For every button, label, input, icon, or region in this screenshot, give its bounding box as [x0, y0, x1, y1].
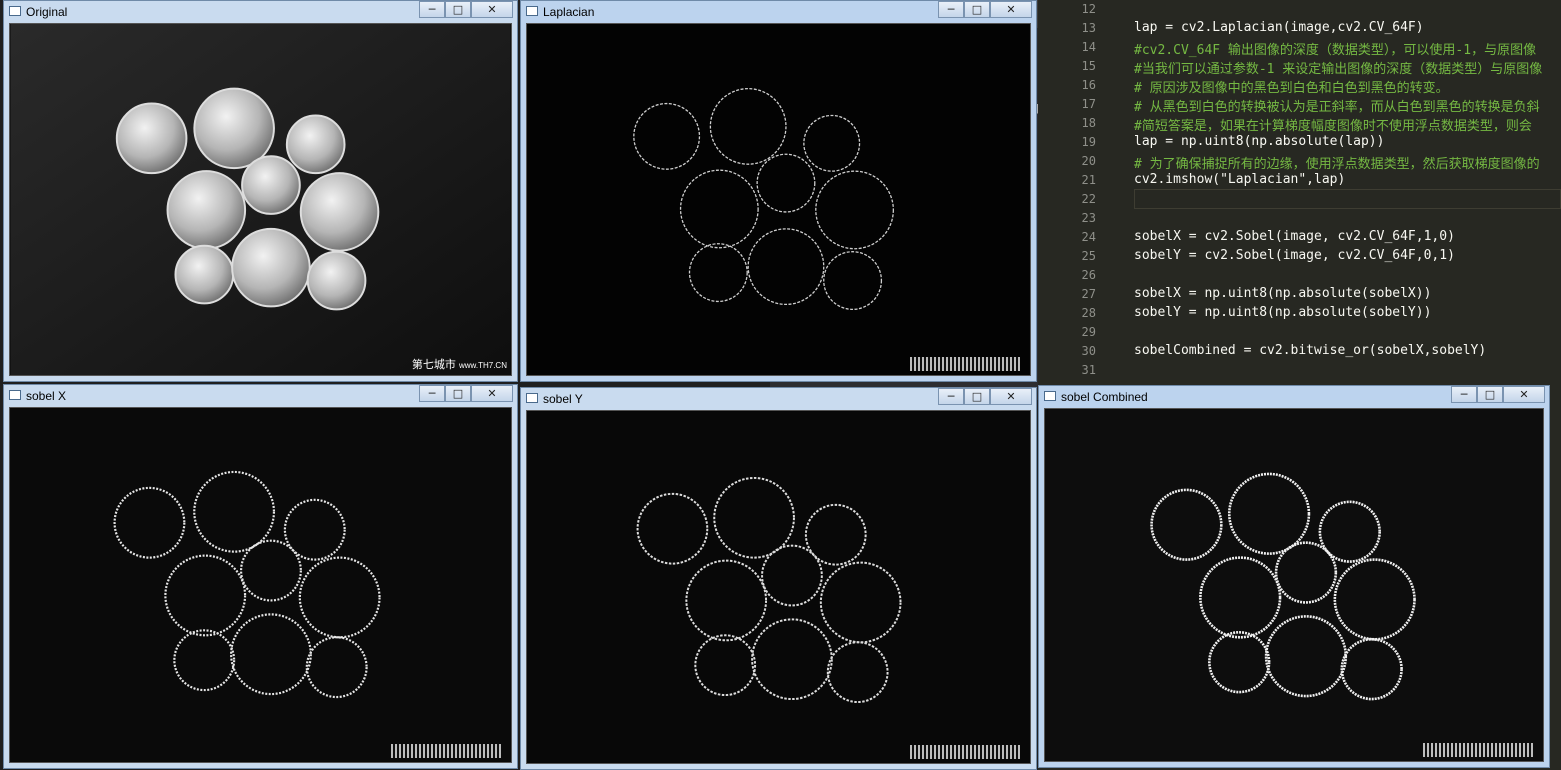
window-app-icon [526, 6, 538, 16]
code-line: #cv2.CV_64F 输出图像的深度（数据类型），可以使用-1，与原图像 [1134, 43, 1537, 58]
line-number: 27 [1081, 287, 1096, 301]
code-line: # 为了确保捕捉所有的边缘，使用浮点数据类型，然后获取梯度图像的 [1134, 157, 1540, 172]
line-number: 15 [1081, 59, 1096, 73]
code-line: lap = cv2.Laplacian(image,cv2.CV_64F) [1134, 20, 1424, 35]
line-number: 18 [1081, 116, 1096, 130]
code-line: #简短答案是，如果在计算梯度幅度图像时不使用浮点数据类型，则会 [1134, 119, 1532, 134]
line-number: 23 [1081, 211, 1096, 225]
code-line: lap = np.uint8(np.absolute(lap)) [1134, 134, 1385, 149]
watermark-noise [910, 745, 1020, 759]
window-titlebar[interactable]: sobel X ─ □ ✕ [4, 385, 517, 407]
sobel-combined-edge-image [1045, 409, 1543, 761]
laplacian-edge-image [527, 24, 1030, 375]
line-number: 14 [1081, 40, 1096, 54]
sobel-x-edge-image [10, 408, 511, 762]
window-title: sobel X [26, 389, 67, 403]
minimize-button[interactable]: ─ [419, 385, 445, 402]
window-app-icon [9, 390, 21, 400]
line-number: 28 [1081, 306, 1096, 320]
close-button[interactable]: ✕ [471, 1, 513, 18]
line-number: 22 [1081, 192, 1096, 206]
code-line: cv2.imshow("Laplacian",lap) [1134, 172, 1346, 187]
close-button[interactable]: ✕ [1503, 386, 1545, 403]
window-laplacian[interactable]: Laplacian ─ □ ✕ [520, 0, 1037, 382]
window-app-icon [526, 393, 538, 403]
window-titlebar[interactable]: sobel Y ─ □ ✕ [521, 388, 1036, 410]
watermark-noise [1423, 743, 1533, 757]
window-titlebar[interactable]: sobel Combined ─ □ ✕ [1039, 386, 1549, 408]
close-button[interactable]: ✕ [990, 388, 1032, 405]
watermark-text: 第七城市 www.TH7.CN [411, 359, 507, 371]
window-original[interactable]: Original ─ □ ✕ 第七城市 www.TH7.CN [3, 0, 518, 382]
code-line: sobelY = np.uint8(np.absolute(sobelY)) [1134, 305, 1432, 320]
image-canvas [526, 410, 1031, 764]
minimize-button[interactable]: ─ [419, 1, 445, 18]
line-number: 30 [1081, 344, 1096, 358]
window-sobel-y[interactable]: sobel Y ─ □ ✕ [520, 387, 1037, 770]
code-line: # 原因涉及图像中的黑色到白色和白色到黑色的转变。 [1134, 81, 1449, 96]
line-number: 25 [1081, 249, 1096, 263]
minimize-button[interactable]: ─ [1451, 386, 1477, 403]
line-number: 20 [1081, 154, 1096, 168]
watermark-noise [910, 357, 1020, 371]
minimize-button[interactable]: ─ [938, 388, 964, 405]
line-number: 24 [1081, 230, 1096, 244]
line-number: 12 [1081, 2, 1096, 16]
code-line: sobelX = cv2.Sobel(image, cv2.CV_64F,1,0… [1134, 229, 1455, 244]
line-number: 21 [1081, 173, 1096, 187]
window-titlebar[interactable]: Laplacian ─ □ ✕ [521, 1, 1036, 23]
image-canvas [9, 407, 512, 763]
code-line: #当我们可以通过参数-1 来设定输出图像的深度（数据类型）与原图像 [1134, 62, 1543, 77]
line-number: 16 [1081, 78, 1096, 92]
close-button[interactable]: ✕ [990, 1, 1032, 18]
close-button[interactable]: ✕ [471, 385, 513, 402]
window-title: Original [26, 5, 68, 19]
line-number: 29 [1081, 325, 1096, 339]
window-title: sobel Combined [1061, 390, 1148, 404]
window-app-icon [1044, 391, 1056, 401]
maximize-button[interactable]: □ [964, 1, 990, 18]
code-line: # 从黑色到白色的转换被认为是正斜率，而从白色到黑色的转换是负斜 [1134, 100, 1540, 115]
maximize-button[interactable]: □ [445, 385, 471, 402]
window-app-icon [9, 6, 21, 16]
window-title: Laplacian [543, 5, 595, 19]
coins-grayscale-image [10, 24, 511, 375]
watermark-noise [391, 744, 501, 758]
line-number: 31 [1081, 363, 1096, 377]
current-line-highlight [1134, 189, 1561, 209]
maximize-button[interactable]: □ [445, 1, 471, 18]
window-sobel-combined[interactable]: sobel Combined ─ □ ✕ [1038, 385, 1550, 768]
line-number: 19 [1081, 135, 1096, 149]
window-sobel-x[interactable]: sobel X ─ □ ✕ [3, 384, 518, 769]
image-canvas [1044, 408, 1544, 762]
window-title: sobel Y [543, 392, 583, 406]
code-line: sobelY = cv2.Sobel(image, cv2.CV_64F,0,1… [1134, 248, 1455, 263]
line-number: 17 [1081, 97, 1096, 111]
sobel-y-edge-image [527, 411, 1030, 763]
window-titlebar[interactable]: Original ─ □ ✕ [4, 1, 517, 23]
maximize-button[interactable]: □ [1477, 386, 1503, 403]
code-line: sobelCombined = cv2.bitwise_or(sobelX,so… [1134, 343, 1487, 358]
image-canvas [526, 23, 1031, 376]
minimize-button[interactable]: ─ [938, 1, 964, 18]
maximize-button[interactable]: □ [964, 388, 990, 405]
line-number: 26 [1081, 268, 1096, 282]
code-line: sobelX = np.uint8(np.absolute(sobelX)) [1134, 286, 1432, 301]
image-canvas: 第七城市 www.TH7.CN [9, 23, 512, 376]
line-number: 13 [1081, 21, 1096, 35]
